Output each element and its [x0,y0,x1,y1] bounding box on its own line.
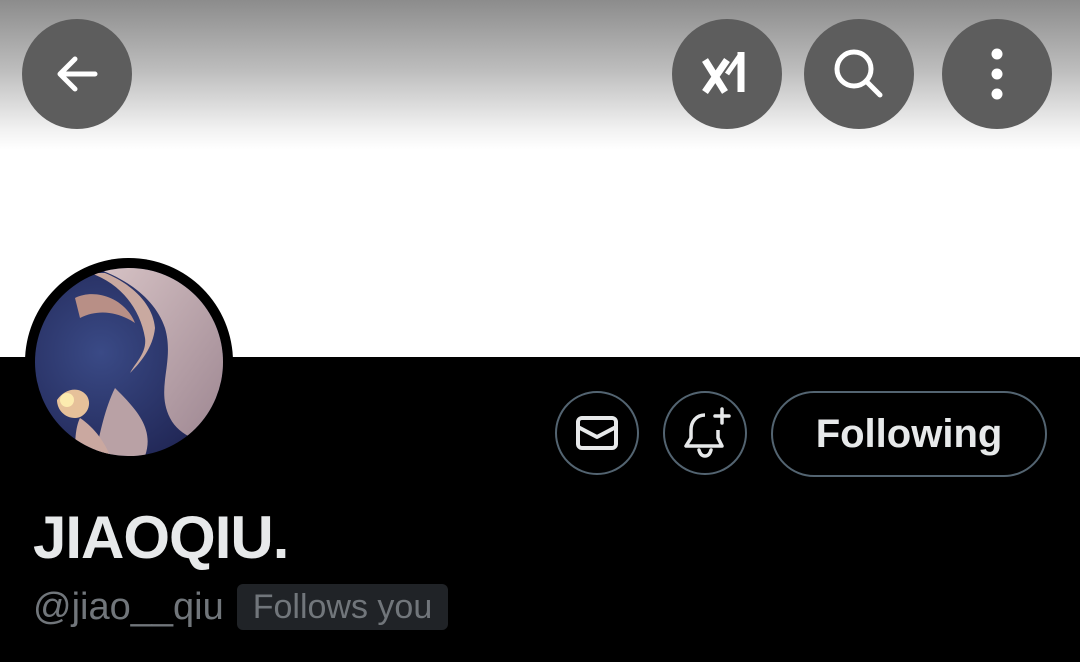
grok-button[interactable] [672,19,782,129]
more-vertical-icon [991,48,1003,100]
search-icon [834,49,883,98]
grok-icon [702,52,745,94]
back-button[interactable] [22,19,132,129]
display-name: JIAOQIU. [33,504,289,571]
profile-avatar[interactable] [25,258,233,466]
message-button[interactable] [555,391,639,475]
follows-you-badge: Follows you [236,584,449,630]
bell-plus-icon [684,407,731,458]
arrow-left-icon [57,56,98,92]
notifications-button[interactable] [663,391,747,475]
following-button[interactable]: Following [771,391,1047,477]
user-handle: @jiao__qiu [33,586,224,628]
avatar-image [35,268,223,456]
search-button[interactable] [804,19,914,129]
profile-page: Following JIAOQIU. @jiao__qiu Follows yo… [0,0,1080,662]
handle-row: @jiao__qiu Follows you [33,582,449,632]
more-button[interactable] [942,19,1052,129]
envelope-icon [576,416,618,450]
